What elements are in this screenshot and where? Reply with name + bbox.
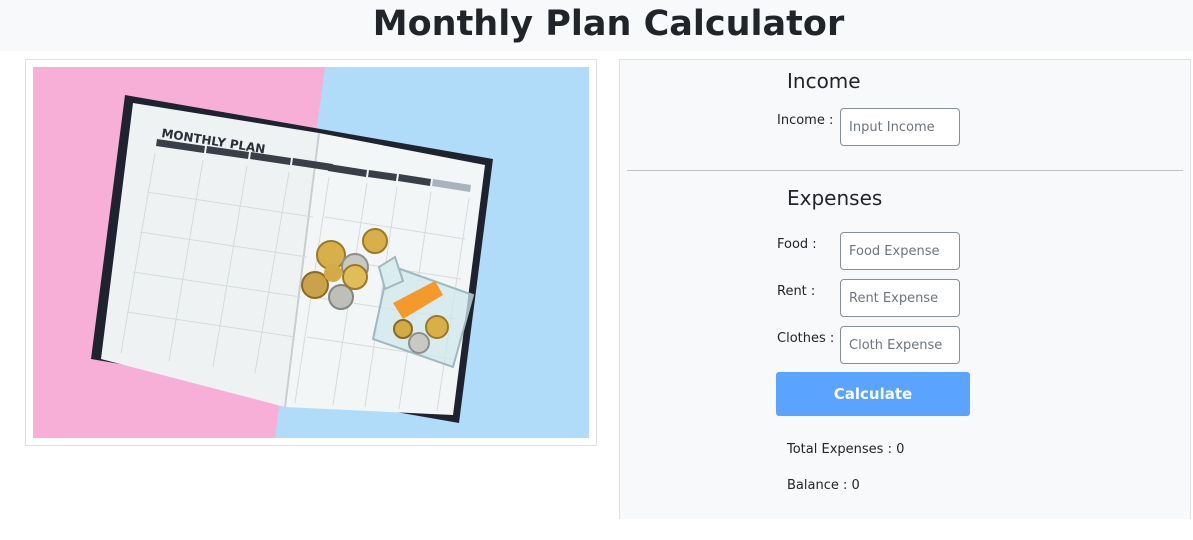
clothes-label: Clothes : xyxy=(777,331,835,346)
balance-label: Balance : xyxy=(787,478,852,493)
expenses-heading: Expenses xyxy=(787,186,883,210)
section-divider xyxy=(627,170,1183,171)
calculate-button[interactable]: Calculate xyxy=(776,372,970,416)
balance-line: Balance : 0 xyxy=(787,478,860,493)
balance-value: 0 xyxy=(851,478,860,493)
monthly-plan-image: MONTHLY PLAN xyxy=(33,67,589,438)
page-title: Monthly Plan Calculator xyxy=(372,4,845,44)
hero-image-card: MONTHLY PLAN xyxy=(25,59,597,446)
total-expenses-line: Total Expenses : 0 xyxy=(787,442,904,457)
income-heading: Income xyxy=(787,69,861,93)
food-label: Food : xyxy=(777,237,817,252)
page-header: Monthly Plan Calculator xyxy=(0,0,1193,51)
calculator-form-panel: Income Income : Expenses Food : Rent : C… xyxy=(619,59,1191,519)
income-input[interactable] xyxy=(840,108,960,146)
rent-label: Rent : xyxy=(777,284,816,299)
income-label: Income : xyxy=(777,113,834,128)
food-expense-input[interactable] xyxy=(840,232,960,270)
rent-expense-input[interactable] xyxy=(840,279,960,317)
total-expenses-label: Total Expenses : xyxy=(787,442,897,457)
cloth-expense-input[interactable] xyxy=(840,326,960,364)
total-expenses-value: 0 xyxy=(896,442,905,457)
